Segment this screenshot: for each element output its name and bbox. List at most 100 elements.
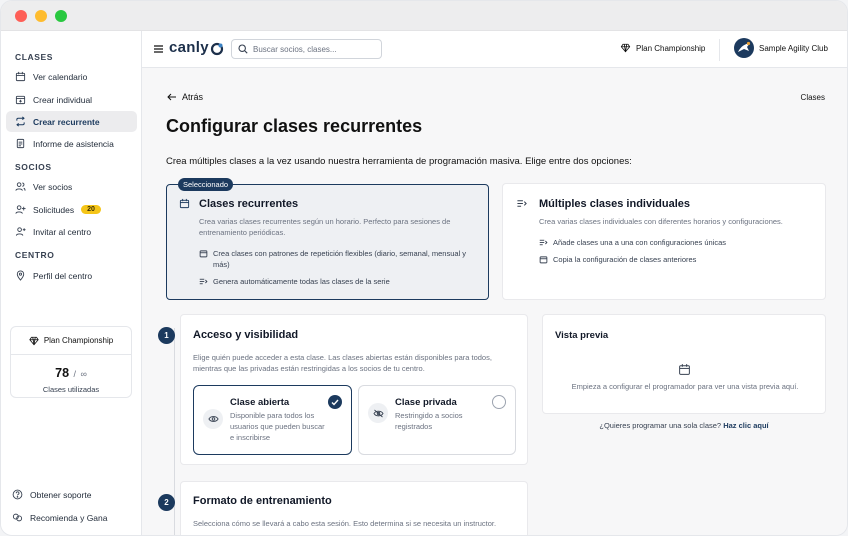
top-bar: canly Buscar socios, clases... Plan Cham… xyxy=(142,31,847,68)
minimize-window-button[interactable] xyxy=(35,10,47,22)
calendar-icon xyxy=(679,364,690,375)
access-option-private[interactable]: Clase privada Restringido a socios regis… xyxy=(358,385,516,455)
hamburger-menu-icon[interactable] xyxy=(154,45,163,53)
club-name: Sample Agility Club xyxy=(759,43,828,53)
access-option-description: Restringido a socios registrados xyxy=(395,411,463,431)
option-bullet: Copia la configuración de clases anterio… xyxy=(539,254,819,265)
calendar-icon xyxy=(179,198,190,209)
requests-count-badge: 20 xyxy=(81,205,101,214)
bullet-text: Añade clases una a una con configuracion… xyxy=(553,238,727,247)
list-add-icon xyxy=(517,200,527,207)
close-window-button[interactable] xyxy=(15,10,27,22)
sidebar-item-crear-individual[interactable]: Crear individual xyxy=(6,89,137,110)
usage-separator: / xyxy=(73,369,76,379)
topbar-divider xyxy=(719,39,720,61)
plan-name: Plan Championship xyxy=(43,336,114,345)
bullet-text: Crea clases con patrones de repetición f… xyxy=(213,249,467,269)
sidebar-item-informe-de-asistencia[interactable]: Informe de asistencia xyxy=(6,133,137,154)
sidebar-item-label: Perfil del centro xyxy=(33,270,93,281)
user-plus-icon xyxy=(15,205,26,214)
page-intro: Crea múltiples clases a la vez usando nu… xyxy=(166,156,632,167)
access-option-title: Clase abierta xyxy=(230,397,290,408)
main-content: Atrás Clases Configurar clases recurrent… xyxy=(142,68,847,535)
support-link[interactable]: Obtener soporte xyxy=(3,484,134,505)
refer-and-earn-link[interactable]: Recomienda y Gana xyxy=(3,507,134,528)
training-format-card: Formato de entrenamiento Selecciona cómo… xyxy=(180,481,528,535)
eye-off-icon xyxy=(372,409,384,417)
plan-usage: 78 / ∞ xyxy=(11,364,131,382)
eye-icon xyxy=(207,416,219,422)
sidebar-item-perfil-del-centro[interactable]: Perfil del centro xyxy=(6,265,137,286)
option-recurring-classes[interactable]: Seleccionado Clases recurrentes Crea var… xyxy=(166,178,489,300)
sidebar-item-invitar-al-centro[interactable]: Invitar al centro xyxy=(6,221,137,242)
sidebar-item-ver-socios[interactable]: Ver socios xyxy=(6,176,137,197)
section-title: Acceso y visibilidad xyxy=(193,329,299,341)
section-title: Formato de entrenamiento xyxy=(193,495,332,507)
sidebar-item-label: Ver calendario xyxy=(33,71,88,82)
breadcrumb[interactable]: Clases xyxy=(801,93,825,102)
location-pin-icon xyxy=(16,270,25,281)
repeat-icon xyxy=(16,116,25,127)
users-icon xyxy=(15,182,26,191)
copy-calendar-icon xyxy=(539,256,548,264)
access-option-title: Clase privada xyxy=(395,397,457,408)
sidebar-item-label: Invitar al centro xyxy=(33,226,92,237)
arrow-left-icon xyxy=(167,93,176,101)
option-bullet: Genera automáticamente todas las clases … xyxy=(199,276,479,287)
help-icon xyxy=(12,489,23,500)
club-logo-icon xyxy=(734,38,754,58)
section-description: Selecciona cómo se llevará a cabo esta s… xyxy=(193,519,497,528)
check-icon xyxy=(331,399,339,406)
section-description: Elige quién puede acceder a esta clase. … xyxy=(193,353,492,373)
brand-logo[interactable]: canly xyxy=(169,39,224,56)
brand-name: canly xyxy=(169,39,209,56)
sidebar-item-ver-calendario[interactable]: Ver calendario xyxy=(6,66,137,87)
plan-indicator[interactable]: Plan Championship xyxy=(620,43,705,53)
plan-label: Plan Championship xyxy=(636,43,706,53)
title-bar xyxy=(1,1,847,31)
single-class-prompt: ¿Quieres programar una sola clase? Haz c… xyxy=(542,421,826,430)
classes-used-count: 78 xyxy=(55,366,70,380)
sidebar-item-label: Crear recurrente xyxy=(33,116,100,127)
access-option-description: Disponible para todos los usuarios que p… xyxy=(230,411,325,442)
classes-limit: ∞ xyxy=(80,369,87,379)
access-option-open[interactable]: Clase abierta Disponible para todos los … xyxy=(193,385,352,455)
list-add-icon xyxy=(199,278,208,285)
maximize-window-button[interactable] xyxy=(55,10,67,22)
sidebar-item-label: Informe de asistencia xyxy=(33,138,114,149)
eye-icon-wrap xyxy=(203,409,223,429)
club-switcher[interactable]: Sample Agility Club xyxy=(734,38,828,58)
refer-label: Recomienda y Gana xyxy=(30,512,108,523)
option-multiple-individual-classes[interactable]: Múltiples clases individuales Crea varia… xyxy=(502,183,826,300)
plan-header: Plan Championship xyxy=(11,327,131,355)
sidebar: CLASES Ver calendario Crear individual C… xyxy=(1,31,142,535)
step-number: 1 xyxy=(158,327,175,344)
single-class-question: ¿Quieres programar una sola clase? xyxy=(599,421,722,430)
support-label: Obtener soporte xyxy=(30,489,92,500)
sidebar-item-crear-recurrente[interactable]: Crear recurrente xyxy=(6,111,137,132)
radio-checked[interactable] xyxy=(328,395,342,409)
diamond-icon xyxy=(29,336,39,345)
sidebar-item-label: Crear individual xyxy=(33,94,93,105)
back-label: Atrás xyxy=(182,92,204,102)
report-icon xyxy=(16,138,25,149)
search-box[interactable]: Buscar socios, clases... xyxy=(231,39,382,59)
brand-mark-icon xyxy=(210,42,223,55)
gift-icon xyxy=(12,513,23,522)
back-button[interactable]: Atrás xyxy=(167,92,203,102)
eye-off-icon-wrap xyxy=(368,403,388,423)
sidebar-section-title: CLASES xyxy=(15,52,54,62)
app-window: CLASES Ver calendario Crear individual C… xyxy=(0,0,848,536)
sidebar-item-label: Ver socios xyxy=(33,181,73,192)
access-visibility-card: Acceso y visibilidad Elige quién puede a… xyxy=(180,314,528,465)
sidebar-item-solicitudes[interactable]: Solicitudes 20 xyxy=(6,199,137,220)
option-title: Múltiples clases individuales xyxy=(539,198,690,210)
usage-caption: Clases utilizadas xyxy=(42,385,100,394)
sidebar-section-title: SOCIOS xyxy=(15,162,52,172)
plan-usage-card: Plan Championship 78 / ∞ Clases utilizad… xyxy=(10,326,132,398)
calendar-plus-icon xyxy=(15,95,26,105)
radio-unchecked[interactable] xyxy=(492,395,506,409)
single-class-link[interactable]: Haz clic aquí xyxy=(723,421,768,430)
option-description: Crea varias clases recurrentes según un … xyxy=(199,217,451,237)
bullet-text: Genera automáticamente todas las clases … xyxy=(213,277,390,286)
